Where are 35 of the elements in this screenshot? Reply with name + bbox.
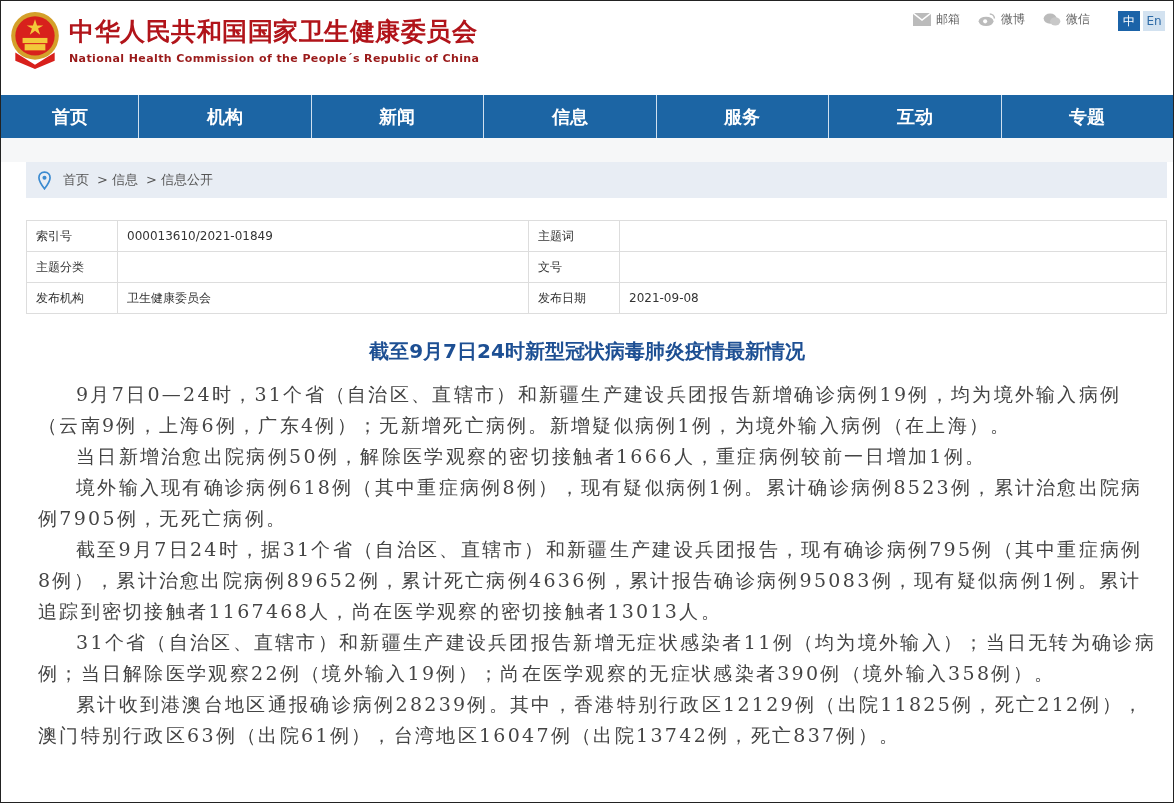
language-button[interactable]: 中 <box>1118 11 1140 31</box>
table-cell: 000013610/2021-01849 <box>127 229 273 243</box>
breadcrumb-link[interactable]: > 信息公开 <box>146 171 214 189</box>
table-cell: 发布日期 <box>538 290 586 305</box>
table-cell: 2021-09-08 <box>629 291 699 305</box>
table-cell: 主题词 <box>538 228 574 243</box>
article-title: 截至9月7日24时新型冠状病毒肺炎疫情最新情况 <box>368 338 806 365</box>
weibo-icon <box>978 13 996 26</box>
table-cell: 卫生健康委员会 <box>127 290 211 305</box>
table-cell: 主题分类 <box>36 259 84 274</box>
table-cell: 索引号 <box>36 228 72 243</box>
breadcrumb-link[interactable]: > 信息 <box>97 171 139 189</box>
emblem-icon <box>9 11 61 69</box>
article-paragraph: 截至9月7日24时，据31个省（自治区、直辖市）和新疆生产建设兵团报告，现有确诊病例795例（其中重症病例8例），累计治愈出院病例89652例，累计死亡病例4636例，累计报告确诊病例95083例，现有疑似病例1例。累计追踪到密切接触者1167468人，尚在医学观察的密切接触者13013人。 <box>38 537 1144 624</box>
chat-bubbles-icon <box>1043 13 1061 26</box>
site-title: 中华人民共和国国家卫生健康委员会 <box>69 16 478 48</box>
share-link[interactable]: 邮箱 <box>913 11 960 28</box>
link-label: 微信 <box>1066 11 1090 28</box>
table-cell: 发布机构 <box>36 290 84 305</box>
article-paragraph: 9月7日0—24时，31个省（自治区、直辖市）和新疆生产建设兵团报告新增确诊病例19例，均为境外输入病例（云南9例，上海6例，广东4例）；无新增死亡病例。新增疑似病例1例，为境外输入病例（在上海）。 <box>38 382 1123 438</box>
share-link[interactable]: 微信 <box>1043 11 1090 28</box>
location-pin-icon <box>38 170 51 190</box>
link-label: 微博 <box>1001 11 1025 28</box>
table-cell: 文号 <box>538 259 562 274</box>
link-label: 邮箱 <box>936 11 960 28</box>
nav-tab[interactable]: 首页 <box>1 95 139 138</box>
share-link[interactable]: 微博 <box>978 11 1025 28</box>
article-paragraph: 累计收到港澳台地区通报确诊病例28239例。其中，香港特别行政区12129例（出院11825例，死亡212例），澳门特别行政区63例（出院61例），台湾地区16047例（出院13742例，死亡837例）。 <box>38 692 1146 748</box>
envelope-icon <box>913 13 931 26</box>
article-paragraph: 31个省（自治区、直辖市）和新疆生产建设兵团报告新增无症状感染者11例（均为境外输入）；当日无转为确诊病例；当日解除医学观察22例（境外输入19例）；尚在医学观察的无症状感染者390例（境外输入358例）。 <box>38 630 1157 686</box>
language-button[interactable]: En <box>1143 11 1165 31</box>
breadcrumb-link[interactable]: 首页 <box>63 171 89 189</box>
article-paragraph: 当日新增治愈出院病例50例，解除医学观察的密切接触者1666人，重症病例较前一日增加1例。 <box>75 444 988 469</box>
site-subtitle: National Health Commission of the People´s Republic of China <box>69 52 480 65</box>
article-paragraph: 境外输入现有确诊病例618例（其中重症病例8例），现有疑似病例1例。累计确诊病例8523例，累计治愈出院病例7905例，无死亡病例。 <box>38 475 1144 531</box>
